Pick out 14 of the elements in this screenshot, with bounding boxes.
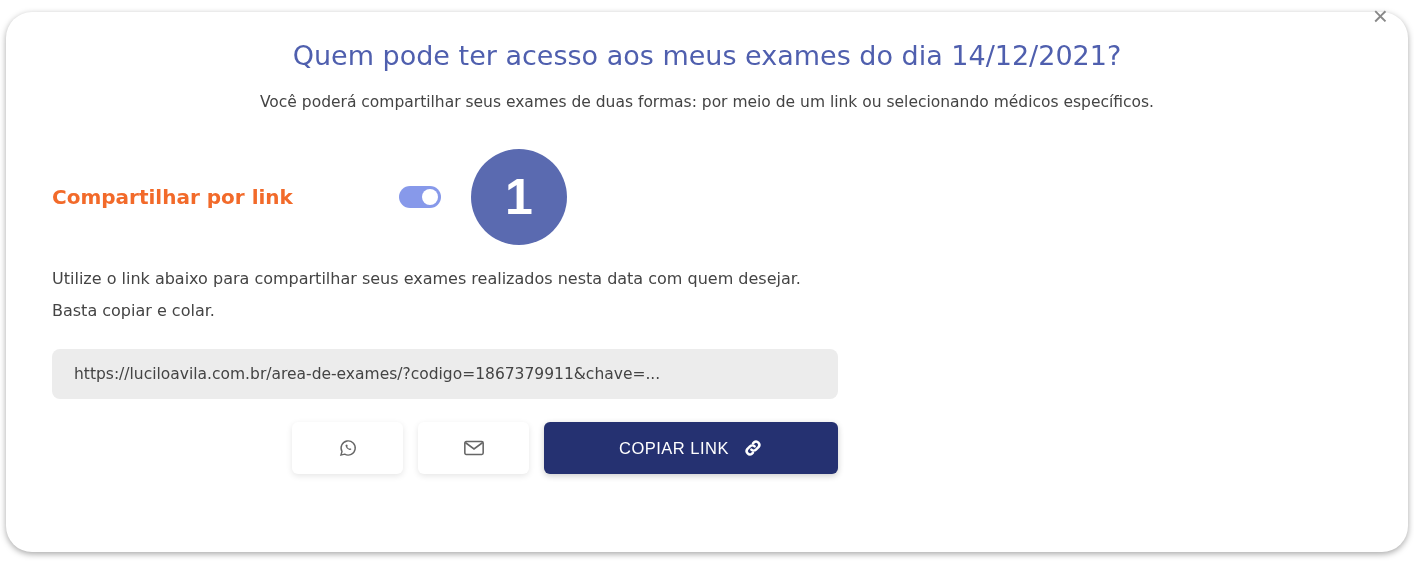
dialog-title: Quem pode ter acesso aos meus exames do dia 14/12/2021? bbox=[291, 40, 1123, 71]
link-icon bbox=[743, 438, 763, 458]
description-text: Utilize o link abaixo para compartilhar seus exames realizados nesta data com quem desejar. Basta copiar e colar. bbox=[52, 268, 802, 322]
copy-link-button[interactable]: COPIAR LINK bbox=[544, 422, 838, 474]
email-button[interactable] bbox=[418, 422, 529, 474]
whatsapp-button[interactable] bbox=[292, 422, 403, 474]
close-button[interactable]: × bbox=[1368, 2, 1392, 30]
section-label: Compartilhar por link bbox=[52, 185, 294, 209]
dialog-subtitle: Você poderá compartilhar seus exames de duas formas: por meio de um link ou selecionando médicos específicos. bbox=[258, 93, 1156, 111]
link-field[interactable]: https://luciloavila.com.br/area-de-exames/?codigo=1867379911&chave=... bbox=[52, 349, 838, 399]
envelope-icon bbox=[462, 439, 485, 457]
toggle-switch[interactable] bbox=[399, 186, 441, 208]
step-badge: 1 bbox=[471, 149, 567, 245]
whatsapp-icon bbox=[337, 438, 358, 458]
